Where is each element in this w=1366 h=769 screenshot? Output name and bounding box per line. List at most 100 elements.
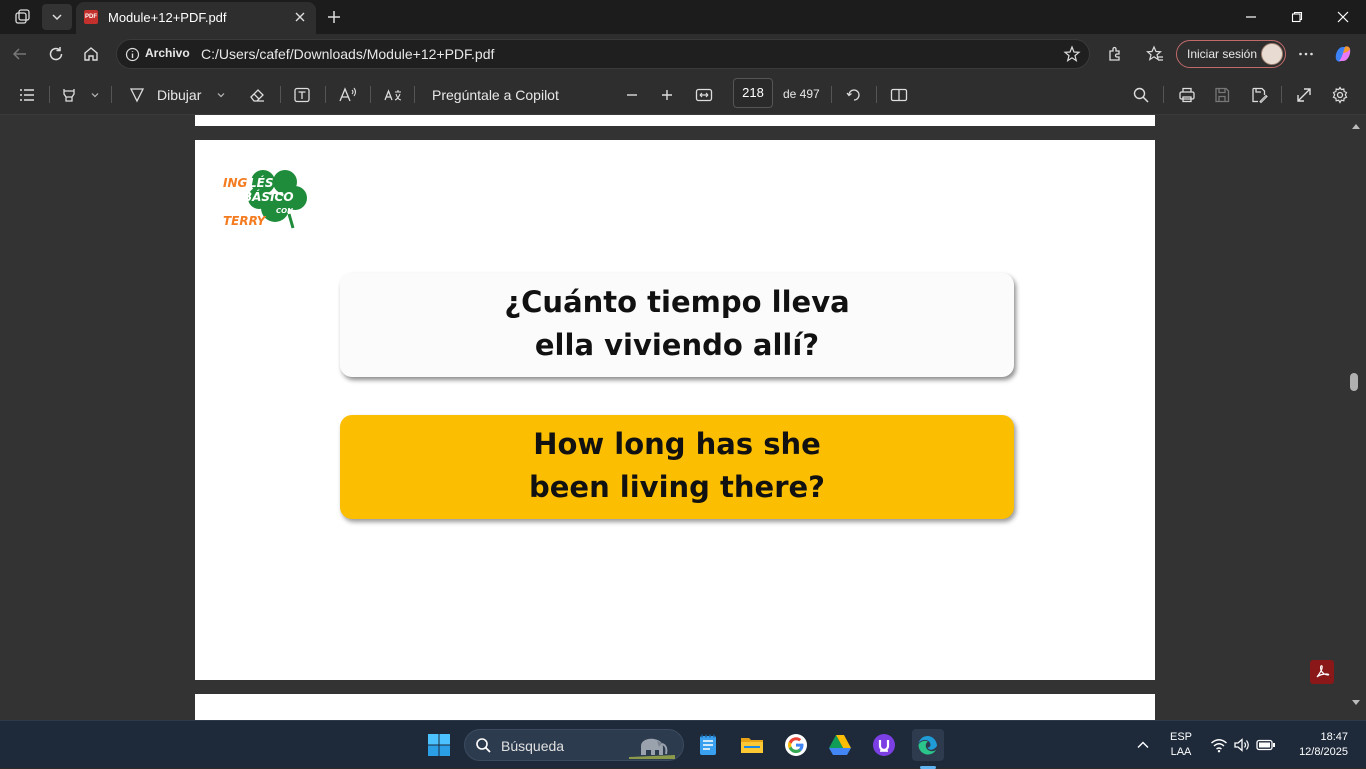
url-text[interactable]: C:/Users/cafef/Downloads/Module+12+PDF.p… xyxy=(201,46,494,62)
browser-tab[interactable]: PDF Module+12+PDF.pdf xyxy=(76,2,316,34)
taskbar-search-box[interactable]: Búsqueda xyxy=(464,729,684,761)
favorite-star-icon[interactable] xyxy=(1063,45,1081,63)
back-icon[interactable] xyxy=(5,40,35,68)
volume-icon[interactable] xyxy=(1231,729,1253,761)
settings-gear-icon[interactable] xyxy=(1329,82,1351,108)
rotate-icon[interactable] xyxy=(843,82,865,108)
elephant-search-highlight-icon xyxy=(629,733,675,759)
avatar xyxy=(1261,43,1283,65)
pdf-viewer[interactable]: ING LÉS BÁSICO CON TERRY ¿Cuánto tiempo … xyxy=(0,115,1366,720)
ask-copilot-button[interactable]: Pregúntale a Copilot xyxy=(432,82,559,108)
pdf-icon: PDF xyxy=(84,10,98,24)
toolbar-divider xyxy=(280,86,281,103)
draw-button[interactable]: Dibujar xyxy=(157,82,201,108)
draw-icon[interactable] xyxy=(126,82,148,108)
save-icon[interactable] xyxy=(1211,82,1233,108)
pdf-toolbar: Dibujar Pregúntale a Copilot 218 de 497 xyxy=(0,74,1366,115)
svg-text:LÉS: LÉS xyxy=(249,175,274,190)
clock-date: 12/8/2025 xyxy=(1299,746,1348,758)
workspaces-icon[interactable] xyxy=(8,4,38,30)
english-line-1: How long has she xyxy=(533,427,821,461)
svg-text:TERRY: TERRY xyxy=(223,214,267,228)
extensions-icon[interactable] xyxy=(1100,40,1130,68)
eraser-icon[interactable] xyxy=(246,82,268,108)
zoom-in-icon[interactable] xyxy=(656,82,678,108)
toolbar-divider xyxy=(49,86,50,103)
draw-label: Dibujar xyxy=(157,87,202,103)
edge-browser-icon[interactable] xyxy=(912,729,944,761)
spanish-line-2: ella viviendo allí? xyxy=(534,328,820,362)
search-placeholder: Búsqueda xyxy=(501,738,565,754)
highlight-options-chevron-icon[interactable] xyxy=(88,82,102,108)
system-clock[interactable]: 18:47 12/8/2025 xyxy=(1286,730,1348,760)
address-bar[interactable]: Archivo C:/Users/cafef/Downloads/Module+… xyxy=(116,39,1090,69)
home-icon[interactable] xyxy=(76,40,106,68)
previous-page-edge xyxy=(195,115,1155,126)
fullscreen-icon[interactable] xyxy=(1293,82,1315,108)
signin-button[interactable]: Iniciar sesión xyxy=(1176,40,1286,68)
show-hidden-icons-chevron-icon[interactable] xyxy=(1127,729,1159,761)
search-icon[interactable] xyxy=(1130,82,1152,108)
toolbar-divider xyxy=(370,86,371,103)
toolbar-divider xyxy=(1281,86,1282,103)
highlight-icon[interactable] xyxy=(58,82,80,108)
tab-actions-chevron-icon[interactable] xyxy=(42,4,72,30)
minimize-icon[interactable] xyxy=(1228,0,1274,34)
language-code: ESP xyxy=(1169,731,1192,743)
svg-text:BÁSICO: BÁSICO xyxy=(243,189,294,204)
notepad-icon[interactable] xyxy=(692,729,724,761)
svg-text:ING: ING xyxy=(223,176,248,190)
english-translation-card: How long has she been living there? xyxy=(340,415,1014,519)
ask-copilot-label: Pregúntale a Copilot xyxy=(432,87,559,103)
clock-time: 18:47 xyxy=(1320,731,1348,743)
scroll-up-arrow-icon[interactable] xyxy=(1351,122,1361,130)
file-explorer-icon[interactable] xyxy=(736,729,768,761)
toolbar-divider xyxy=(325,86,326,103)
battery-icon[interactable] xyxy=(1255,729,1277,761)
u-app-icon[interactable] xyxy=(868,729,900,761)
toolbar-divider xyxy=(1163,86,1164,103)
favorites-icon[interactable] xyxy=(1140,40,1170,68)
google-drive-icon[interactable] xyxy=(824,729,856,761)
more-options-icon[interactable] xyxy=(1291,40,1321,68)
page-view-icon[interactable] xyxy=(888,82,910,108)
close-window-icon[interactable] xyxy=(1320,0,1366,34)
signin-label: Iniciar sesión xyxy=(1187,47,1258,61)
spanish-line-1: ¿Cuánto tiempo lleva xyxy=(504,285,850,319)
new-tab-icon[interactable] xyxy=(319,4,349,30)
site-info-chip[interactable]: Archivo xyxy=(145,46,190,60)
zoom-out-icon[interactable] xyxy=(621,82,643,108)
google-icon[interactable] xyxy=(780,729,812,761)
fit-to-width-icon[interactable] xyxy=(693,82,715,108)
wifi-icon[interactable] xyxy=(1208,729,1230,761)
save-as-icon[interactable] xyxy=(1248,82,1270,108)
translate-icon[interactable] xyxy=(382,82,404,108)
english-line-2: been living there? xyxy=(528,470,826,504)
draw-options-chevron-icon[interactable] xyxy=(214,82,228,108)
windows-start-icon[interactable] xyxy=(423,729,455,761)
pdf-page: ING LÉS BÁSICO CON TERRY ¿Cuánto tiempo … xyxy=(195,140,1155,680)
add-text-icon[interactable] xyxy=(291,82,313,108)
copilot-icon[interactable] xyxy=(1328,40,1358,68)
scroll-down-arrow-icon[interactable] xyxy=(1351,699,1361,707)
scrollbar-thumb[interactable] xyxy=(1350,373,1358,391)
input-language-indicator[interactable]: ESP LAA xyxy=(1166,730,1196,760)
tab-title: Module+12+PDF.pdf xyxy=(108,10,227,25)
print-icon[interactable] xyxy=(1176,82,1198,108)
page-number-input[interactable]: 218 xyxy=(733,78,773,108)
tab-bar: PDF Module+12+PDF.pdf xyxy=(0,0,1366,34)
toolbar-divider xyxy=(831,86,832,103)
info-icon[interactable] xyxy=(125,47,140,62)
close-tab-icon[interactable] xyxy=(290,7,310,27)
refresh-icon[interactable] xyxy=(41,40,71,68)
toolbar-divider xyxy=(414,86,415,103)
contents-list-icon[interactable] xyxy=(16,82,38,108)
acrobat-icon[interactable] xyxy=(1310,660,1334,684)
read-aloud-icon[interactable] xyxy=(337,82,359,108)
navigation-bar: Archivo C:/Users/cafef/Downloads/Module+… xyxy=(0,34,1366,74)
keyboard-layout: LAA xyxy=(1170,746,1192,758)
toolbar-divider xyxy=(876,86,877,103)
restore-icon[interactable] xyxy=(1274,0,1320,34)
next-page-edge xyxy=(195,694,1155,720)
vertical-scrollbar[interactable] xyxy=(1346,115,1366,720)
